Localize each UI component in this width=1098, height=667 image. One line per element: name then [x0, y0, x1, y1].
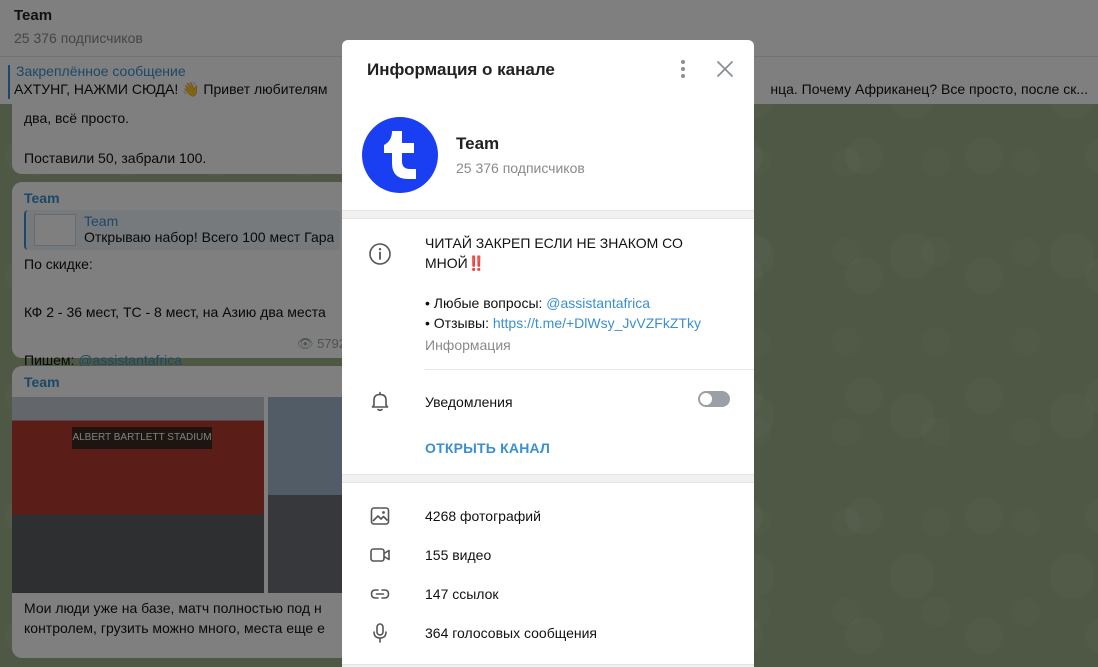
- channel-description: ЧИТАЙ ЗАКРЕП ЕСЛИ НЕ ЗНАКОМ СО МНОЙ‼️ • …: [425, 233, 725, 355]
- channel-avatar[interactable]: [362, 117, 438, 193]
- channel-info-dialog: Информация о канале Team 25 376 подписчи…: [342, 40, 754, 667]
- description-hint: Информация: [425, 337, 511, 353]
- notifications-toggle[interactable]: [698, 391, 730, 407]
- media-videos-row[interactable]: 155 видео: [342, 536, 754, 574]
- link-icon: [368, 582, 392, 606]
- channel-name: Team: [456, 134, 500, 153]
- open-channel-button[interactable]: ОТКРЫТЬ КАНАЛ: [425, 440, 550, 456]
- more-vertical-icon[interactable]: [670, 56, 696, 82]
- description-line: ЧИТАЙ ЗАКРЕП ЕСЛИ НЕ ЗНАКОМ СО: [425, 235, 683, 251]
- media-links-row[interactable]: 147 ссылок: [342, 575, 754, 613]
- channel-logo-icon: [384, 131, 416, 179]
- description-reviews: • Отзывы: https://t.me/+DlWsy_JvVZFkZTky: [425, 313, 725, 333]
- dialog-title: Информация о канале: [367, 60, 555, 79]
- notifications-label: Уведомления: [425, 394, 513, 410]
- reviews-link[interactable]: https://t.me/+DlWsy_JvVZFkZTky: [493, 315, 701, 331]
- questions-link[interactable]: @assistantafrica: [546, 295, 650, 311]
- toggle-knob: [700, 393, 712, 405]
- questions-prefix: • Любые вопросы:: [425, 295, 547, 311]
- channel-subscribers: 25 376 подписчиков: [456, 160, 585, 176]
- description-questions: • Любые вопросы: @assistantafrica: [425, 293, 725, 313]
- row-divider: [425, 369, 754, 370]
- media-voice-label: 364 голосовых сообщения: [425, 625, 597, 641]
- section-divider: [342, 210, 754, 219]
- photo-icon: [368, 504, 392, 528]
- media-voice-row[interactable]: 364 голосовых сообщения: [342, 614, 754, 652]
- bell-icon: [368, 389, 392, 413]
- description-spacer: [425, 273, 725, 293]
- reviews-prefix: • Отзывы:: [425, 315, 493, 331]
- info-icon: [368, 242, 392, 266]
- video-icon: [368, 543, 392, 567]
- close-icon[interactable]: [712, 56, 738, 82]
- media-videos-label: 155 видео: [425, 547, 492, 563]
- description-line: МНОЙ‼️: [425, 255, 486, 271]
- media-photos-row[interactable]: 4268 фотографий: [342, 497, 754, 535]
- media-photos-label: 4268 фотографий: [425, 508, 541, 524]
- mic-icon: [368, 621, 392, 645]
- section-divider: [342, 474, 754, 483]
- media-links-label: 147 ссылок: [425, 586, 499, 602]
